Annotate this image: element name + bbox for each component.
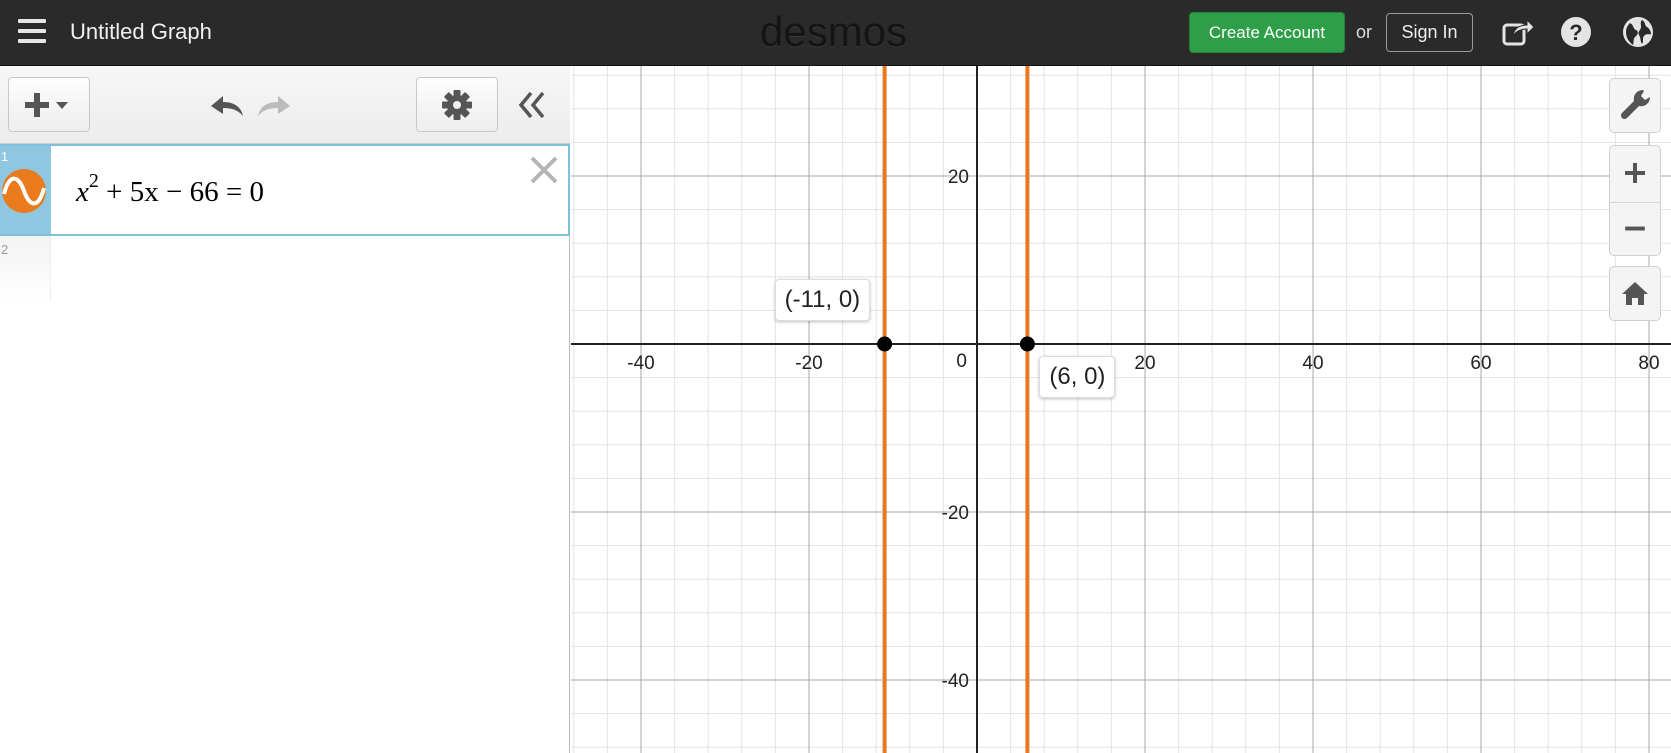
plus-icon [25,93,68,117]
add-item-button[interactable] [8,77,90,132]
home-icon [1622,282,1648,305]
expression-gutter: 2 [0,236,51,301]
or-text: or [1356,22,1373,42]
expression-panel: 1 x2 + 5x − 66 = 0 2 [0,66,570,753]
settings-button[interactable] [416,77,498,132]
expression-formula[interactable]: x2 + 5x − 66 = 0 [76,170,264,209]
formula-base: x [76,176,89,208]
top-bar: Untitled Graph desmos Create Account or … [0,0,1671,66]
wrench-icon [1620,89,1651,120]
desmos-app: Untitled Graph desmos Create Account or … [0,0,1671,753]
x-tick-label: -20 [795,353,822,374]
graph-canvas[interactable]: -40 -20 20 40 60 80 0 20 -20 -40 [571,66,1671,753]
gear-icon [442,90,472,120]
hamburger-icon[interactable] [18,18,46,44]
default-viewport-button[interactable] [1609,266,1661,321]
formula-rest: + 5x − 66 = 0 [98,176,264,208]
y-tick-label: 20 [948,167,969,188]
redo-icon[interactable] [252,86,296,126]
x-tick-label: -40 [627,353,654,374]
double-chevron-left-icon[interactable] [515,87,551,123]
expression-index: 2 [1,242,9,257]
x-tick-label: 60 [1470,353,1491,374]
expression-row[interactable]: 1 x2 + 5x − 66 = 0 [0,144,570,236]
share-icon[interactable] [1500,14,1536,50]
sign-in-button[interactable]: Sign In [1386,13,1473,52]
point-label: (-11, 0) [774,279,871,321]
graph-paper[interactable]: -40 -20 20 40 60 80 0 20 -20 -40 (-11, 0) (6, 0) [571,66,1671,753]
point-marker[interactable] [1019,336,1035,352]
zoom-controls [1609,145,1661,256]
x-tick-label: 20 [1134,353,1155,374]
x-tick-label: 80 [1638,353,1659,374]
help-icon[interactable]: ? [1558,14,1594,50]
expression-gutter: 1 [0,146,51,234]
undo-icon[interactable] [205,86,249,126]
sine-wave-icon[interactable] [1,168,47,214]
expression-toolbar [0,66,570,144]
formula-exponent: 2 [88,170,99,192]
minus-icon[interactable] [1610,202,1660,256]
graph-title[interactable]: Untitled Graph [70,19,212,45]
create-account-button[interactable]: Create Account [1189,12,1345,53]
expression-row[interactable]: 2 [0,236,570,301]
point-label: (6, 0) [1039,356,1116,398]
plus-icon[interactable] [1610,146,1660,201]
svg-text:?: ? [1569,20,1582,45]
expression-index: 1 [1,149,9,164]
axes [571,66,1671,753]
point-marker[interactable] [877,336,893,352]
minor-grid [571,66,1671,753]
globe-icon[interactable] [1620,14,1656,50]
origin-tick-label: 0 [956,351,967,372]
graph-settings-button[interactable] [1609,78,1661,133]
y-tick-label: -20 [942,503,969,524]
major-grid [571,66,1671,753]
close-icon[interactable] [528,154,560,186]
x-tick-label: 40 [1302,353,1323,374]
desmos-logo: desmos [760,8,908,55]
y-tick-label: -40 [942,671,969,692]
